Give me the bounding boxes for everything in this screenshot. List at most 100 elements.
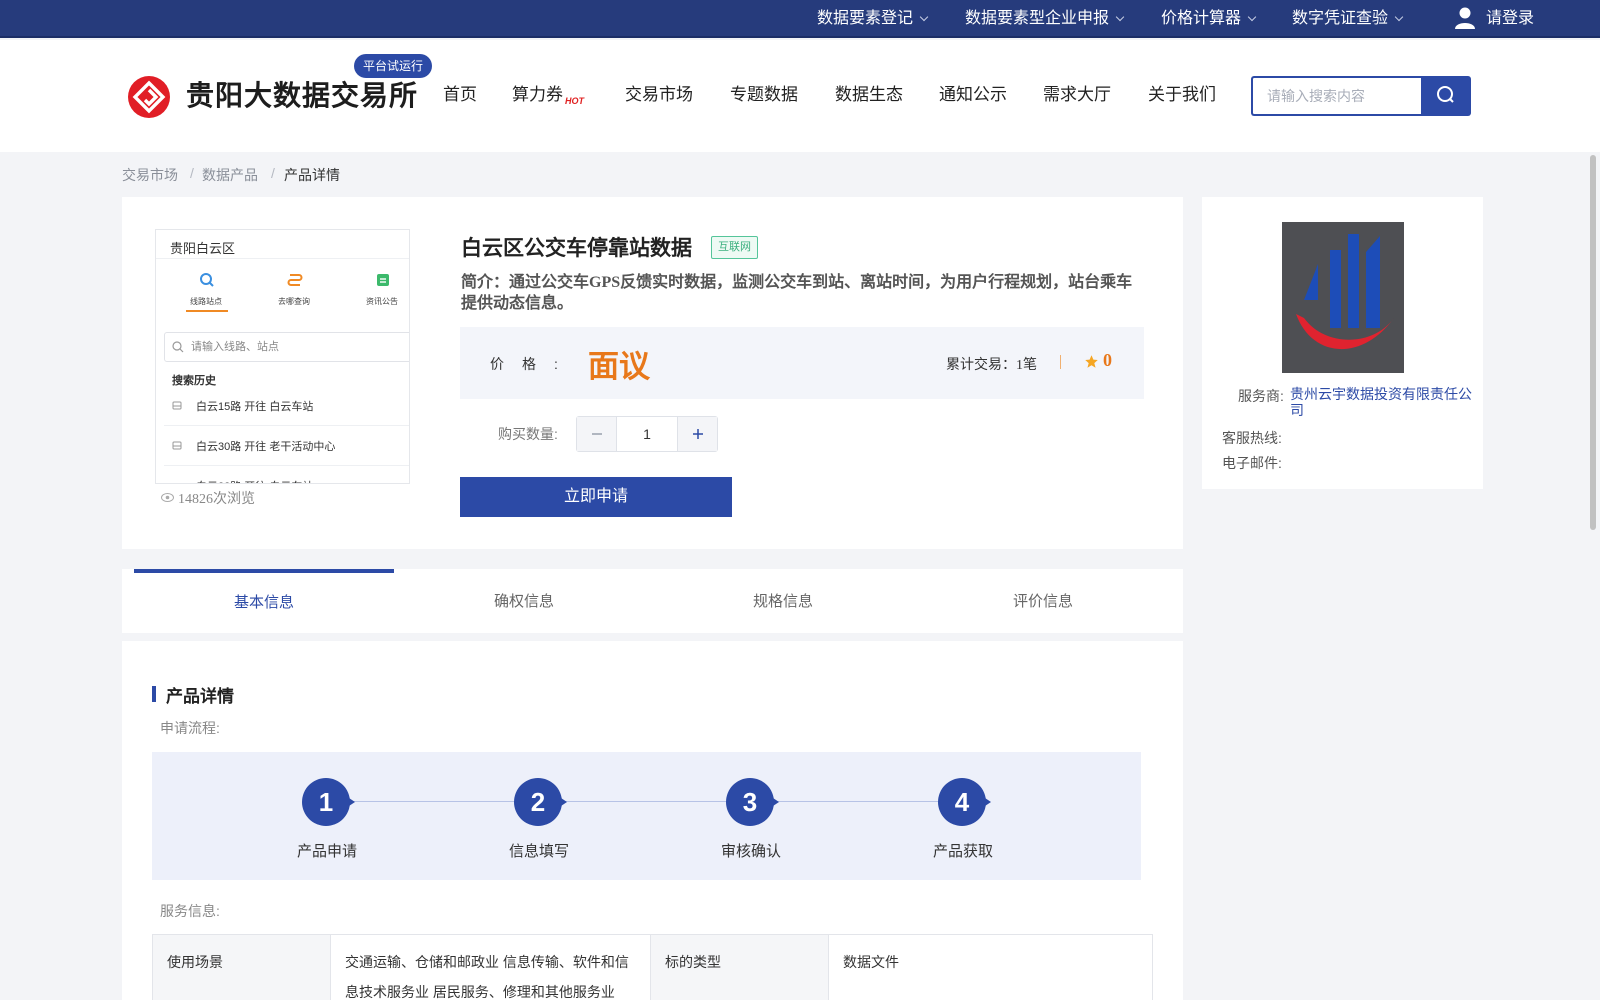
divider: [1060, 355, 1061, 369]
search-input[interactable]: [1251, 76, 1421, 116]
search-icon: [172, 341, 184, 353]
topbar-link-data-registration[interactable]: 数据要素登记: [817, 0, 929, 38]
nav-label: 算力券: [512, 85, 563, 104]
application-flow: 1 2 3 4 产品申请 信息填写 审核确认 产品获取: [152, 752, 1141, 880]
nav-home[interactable]: 首页: [443, 80, 477, 105]
site-header: 贵阳大数据交易所 平台试运行 首页 算力券 HOT 交易市场 专题数据 数据生态 …: [0, 40, 1600, 152]
provider-logo-icon: [1296, 234, 1394, 350]
preview-search: 请输入线路、站点: [164, 332, 409, 362]
hot-badge: HOT: [565, 96, 584, 106]
topbar-link-label: 数据要素登记: [817, 10, 914, 27]
step-number: 3: [726, 778, 779, 826]
breadcrumb-current: 产品详情: [284, 167, 340, 183]
product-title: 白云区公交车停靠站数据: [461, 235, 692, 260]
increase-button[interactable]: [677, 417, 717, 451]
eye-icon: [161, 493, 174, 502]
step-label: 信息填写: [508, 843, 569, 860]
tab-review-info[interactable]: 评价信息: [913, 569, 1173, 633]
topbar-link-label: 价格计算器: [1161, 10, 1242, 27]
view-count: 14826次浏览: [178, 492, 255, 507]
preview-history-item: 白云15路 开往 白云车站: [164, 388, 409, 426]
preview-divider: [156, 258, 409, 259]
preview-history-item: 白云30路 开往 老干活动中心: [164, 428, 409, 466]
service-info-label: 服务信息:: [160, 903, 220, 919]
search-button[interactable]: [1421, 76, 1471, 116]
preview-tab-query: 去哪查询: [278, 297, 310, 306]
quantity-stepper: 1: [576, 416, 718, 452]
chevron-down-icon: [919, 12, 929, 22]
exchange-logo-icon[interactable]: [128, 76, 170, 118]
hotline-label: 客服热线:: [1222, 430, 1282, 446]
chevron-down-icon: [1115, 12, 1125, 22]
flow-label: 申请流程:: [160, 720, 220, 736]
service-provider-name[interactable]: 贵州云宇数据投资有限责任公司: [1290, 386, 1480, 418]
site-title[interactable]: 贵阳大数据交易所: [186, 74, 418, 114]
tab-rights-info[interactable]: 确权信息: [394, 569, 654, 633]
step-number: 1: [302, 778, 355, 826]
price-value: 面议: [588, 349, 650, 385]
preview-tab-routes: 线路站点: [190, 297, 222, 306]
nav-trading-market[interactable]: 交易市场: [625, 80, 693, 105]
section-marker: [152, 686, 156, 702]
nav-data-ecosystem[interactable]: 数据生态: [835, 80, 903, 105]
notice-icon: [377, 274, 389, 286]
quantity-label: 购买数量:: [498, 426, 558, 442]
search-icon: [1437, 86, 1454, 103]
search-icon: [200, 273, 214, 287]
rating-value: 0: [1103, 350, 1112, 370]
table-key: 使用场景: [152, 934, 331, 1000]
tab-basic-info[interactable]: 基本信息: [134, 569, 394, 633]
minus-icon: [592, 433, 602, 435]
topbar-link-label: 数字凭证查验: [1292, 10, 1389, 27]
detail-tabs: 基本信息 确权信息 规格信息 评价信息: [122, 569, 1183, 633]
product-description: 简介：通过公交车GPS反馈实时数据，监测公交车到站、离站时间，为用户行程规划，站…: [461, 274, 1133, 312]
decrease-button[interactable]: [577, 417, 617, 451]
login-link[interactable]: 请登录: [1486, 0, 1534, 38]
table-value: 交通运输、仓储和邮政业 信息传输、软件和信息技术服务业 居民服务、修理和其他服务…: [330, 934, 651, 1000]
scrollbar[interactable]: [1590, 155, 1596, 530]
apply-button[interactable]: 立即申请: [460, 477, 732, 517]
user-icon[interactable]: [1454, 6, 1476, 30]
nav-compute-voucher[interactable]: 算力券 HOT: [512, 80, 584, 106]
nav-about-us[interactable]: 关于我们: [1148, 80, 1216, 105]
section-title: 产品详情: [166, 687, 234, 706]
nav-notices[interactable]: 通知公示: [939, 80, 1007, 105]
table-row: 使用场景 交通运输、仓储和邮政业 信息传输、软件和信息技术服务业 居民服务、修理…: [152, 934, 1153, 1000]
chevron-down-icon: [1394, 12, 1404, 22]
product-preview-image[interactable]: 贵阳白云区 线路站点 去哪查询 资讯公告 请输入线路、站点 搜索历史 白云15路…: [155, 229, 410, 484]
service-info-table: 使用场景 交通运输、仓储和邮政业 信息传输、软件和信息技术服务业 居民服务、修理…: [152, 934, 1153, 1000]
tab-spec-info[interactable]: 规格信息: [653, 569, 913, 633]
topbar-link-enterprise-report[interactable]: 数据要素型企业申报: [965, 0, 1125, 38]
topbar-link-label: 数据要素型企业申报: [965, 10, 1110, 27]
step-label: 产品申请: [296, 843, 357, 860]
preview-tab-indicator: [186, 310, 228, 312]
price-label: 价格:: [490, 356, 576, 372]
breadcrumb-separator: /: [190, 165, 194, 181]
flow-connector: [342, 801, 962, 802]
preview-title: 贵阳白云区: [170, 241, 236, 256]
step-number: 2: [514, 778, 567, 826]
provider-logo[interactable]: [1282, 222, 1404, 373]
route-icon: [287, 274, 303, 286]
preview-history-item: 白云22路 开往 白云车站: [164, 468, 409, 483]
step-label: 产品获取: [932, 843, 993, 860]
topbar-link-certificate-check[interactable]: 数字凭证查验: [1292, 0, 1404, 38]
price-panel: 价格: 面议 累计交易：1笔 0: [460, 327, 1144, 399]
table-value: 数据文件: [828, 934, 1153, 1000]
preview-history-title: 搜索历史: [172, 375, 216, 387]
breadcrumb-trading-market[interactable]: 交易市场: [122, 165, 178, 185]
bus-icon: [172, 441, 182, 450]
topbar-link-price-calculator[interactable]: 价格计算器: [1161, 0, 1257, 38]
table-key: 标的类型: [650, 934, 829, 1000]
step-number: 4: [938, 778, 991, 826]
service-provider-label: 服务商:: [1238, 388, 1284, 404]
top-bar: 数据要素登记 数据要素型企业申报 价格计算器 数字凭证查验 请登录: [0, 0, 1600, 38]
trade-count: 累计交易：1笔: [946, 358, 1037, 373]
breadcrumb-data-products[interactable]: 数据产品: [202, 165, 258, 185]
nav-topic-data[interactable]: 专题数据: [730, 80, 798, 105]
step-label: 审核确认: [720, 843, 781, 860]
nav-demand-hall[interactable]: 需求大厅: [1043, 80, 1111, 105]
quantity-input[interactable]: 1: [617, 417, 677, 451]
email-label: 电子邮件:: [1222, 455, 1282, 471]
beta-badge: 平台试运行: [354, 54, 433, 78]
